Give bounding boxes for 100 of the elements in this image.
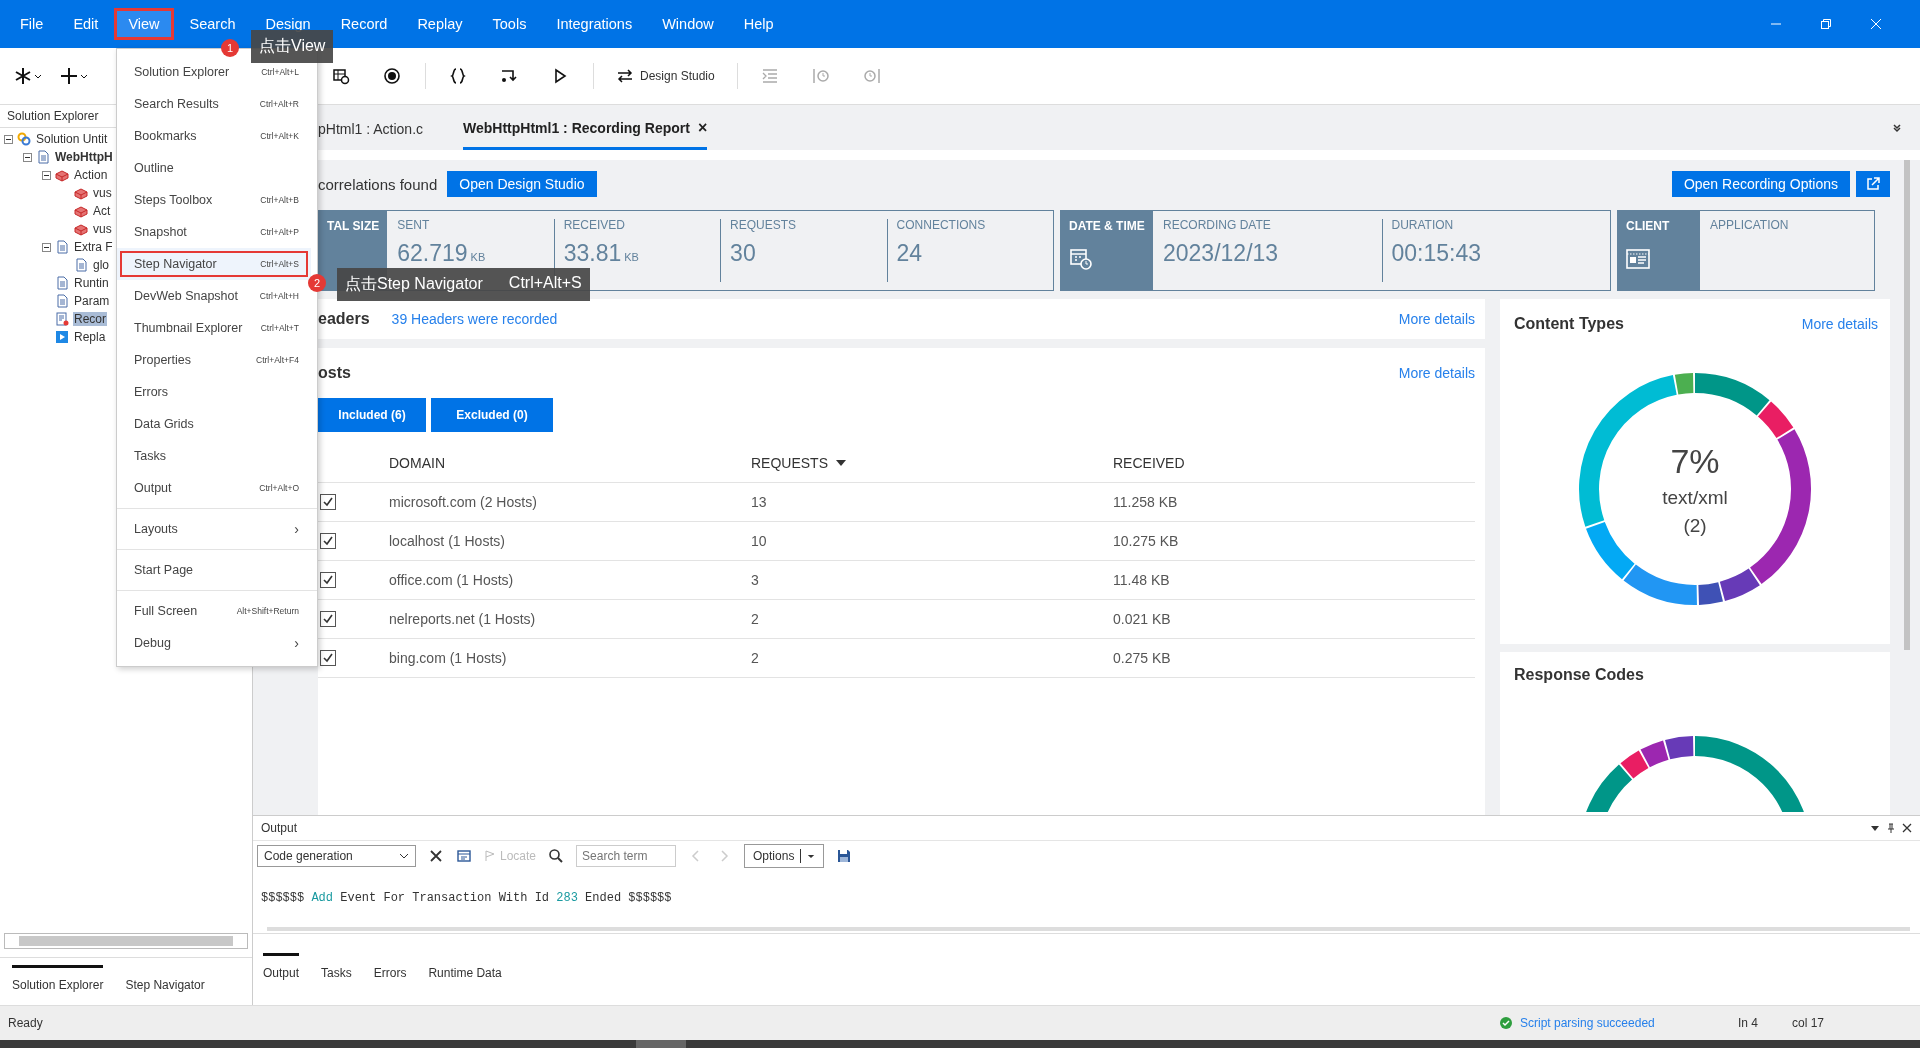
- menu-entry[interactable]: Outline: [117, 152, 311, 184]
- stat-label: CONNECTIONS: [896, 218, 987, 232]
- menu-item[interactable]: Integrations: [544, 10, 645, 38]
- checkbox[interactable]: [320, 572, 336, 588]
- checkbox[interactable]: [320, 650, 336, 666]
- tree-item[interactable]: Repla: [73, 330, 107, 344]
- menu-item[interactable]: Edit: [61, 10, 111, 38]
- card-title: osts: [318, 364, 351, 382]
- tree-item[interactable]: WebHttpH: [54, 150, 114, 164]
- chevron-down-icon[interactable]: [1892, 122, 1902, 133]
- tree-item[interactable]: glo: [92, 258, 110, 272]
- restore-icon[interactable]: [1820, 18, 1832, 30]
- panel-tab[interactable]: Errors: [373, 953, 407, 986]
- close-tab-button[interactable]: ×: [697, 119, 708, 137]
- table-icon[interactable]: [331, 66, 351, 86]
- menu-item[interactable]: Help: [731, 10, 786, 38]
- menu-entry[interactable]: Snapshot Ctrl+Alt+P: [117, 216, 311, 248]
- checkbox[interactable]: [320, 494, 336, 510]
- tree-item[interactable]: Extra F: [73, 240, 114, 254]
- menu-entry[interactable]: Output Ctrl+Alt+O: [117, 472, 311, 504]
- tree-item[interactable]: Act: [92, 204, 112, 218]
- checkbox[interactable]: [320, 611, 336, 627]
- editor-tab[interactable]: WebHttpHtml1 : Recording Report ×: [463, 119, 708, 150]
- record-icon[interactable]: [382, 66, 402, 86]
- open-design-studio-button[interactable]: Open Design Studio: [447, 171, 597, 197]
- window-icon[interactable]: [456, 848, 472, 864]
- menu-item[interactable]: Search: [177, 10, 248, 38]
- stat-label: RECEIVED: [563, 218, 627, 232]
- dropdown-icon[interactable]: [1870, 823, 1880, 833]
- braces-icon[interactable]: [448, 66, 468, 86]
- source-dropdown[interactable]: Code generation: [257, 845, 416, 867]
- column-header[interactable]: REQUESTS: [751, 455, 1113, 471]
- search-icon[interactable]: [548, 848, 565, 864]
- more-details-link[interactable]: More details: [1398, 365, 1475, 381]
- save-icon[interactable]: [836, 848, 853, 864]
- filter-button[interactable]: Included (6): [318, 398, 426, 432]
- tree-item[interactable]: Recor: [73, 312, 107, 326]
- menu-item[interactable]: Tools: [480, 10, 539, 38]
- more-details-link[interactable]: More details: [1801, 316, 1878, 332]
- tree-item[interactable]: Action: [73, 168, 109, 182]
- menu-entry[interactable]: Step Navigator Ctrl+Alt+S: [117, 248, 311, 280]
- search-field[interactable]: Search term: [576, 845, 677, 867]
- tooltip: 点击Step Navigator Ctrl+Alt+S: [337, 268, 590, 301]
- table-cell-text: nelreports.net (1 Hosts): [389, 611, 537, 627]
- horizontal-scrollbar[interactable]: [4, 933, 248, 949]
- more-details-link[interactable]: More details: [1398, 311, 1475, 327]
- menu-item[interactable]: View: [116, 10, 172, 38]
- card-title: eaders: [318, 310, 370, 328]
- menu-entry[interactable]: Properties Ctrl+Alt+F4: [117, 344, 311, 376]
- filter-button[interactable]: Excluded (0): [431, 398, 553, 432]
- collapse-icon[interactable]: [42, 170, 51, 180]
- status-text: Ready: [8, 1016, 43, 1030]
- menu-entry[interactable]: Full Screen Alt+Shift+Return: [117, 595, 311, 627]
- checkbox[interactable]: [320, 533, 336, 549]
- card-title: Content Types: [1514, 315, 1624, 333]
- menu-item[interactable]: Window: [650, 10, 726, 38]
- open-recording-options-button[interactable]: Open Recording Options: [1671, 171, 1850, 197]
- menu-item[interactable]: File: [8, 10, 56, 38]
- menu-entry[interactable]: Tasks: [117, 440, 311, 472]
- panel-tab[interactable]: Solution Explorer: [12, 965, 104, 998]
- menu-entry[interactable]: Layouts ›: [117, 513, 311, 545]
- panel-tab[interactable]: Runtime Data: [428, 953, 502, 986]
- table-cell-text: 0.275 KB: [1113, 650, 1172, 666]
- panel-tab[interactable]: Output: [263, 953, 300, 986]
- tree-item[interactable]: Param: [73, 294, 111, 308]
- column-header[interactable]: DOMAIN: [389, 455, 751, 471]
- close-icon[interactable]: [1902, 823, 1912, 833]
- document-icon: [36, 150, 50, 164]
- pin-icon[interactable]: [1886, 823, 1896, 833]
- menu-item[interactable]: Replay: [405, 10, 475, 38]
- tree-item[interactable]: vus: [92, 222, 113, 236]
- collapse-icon[interactable]: [42, 242, 51, 252]
- menu-entry[interactable]: DevWeb Snapshot Ctrl+Alt+H: [117, 280, 311, 312]
- headers-link[interactable]: 39 Headers were recorded: [391, 311, 558, 327]
- donut-percentage: 7%: [1670, 441, 1720, 481]
- clear-icon[interactable]: [428, 848, 444, 864]
- collapse-icon[interactable]: [23, 152, 32, 162]
- open-external-button[interactable]: [1856, 171, 1890, 197]
- tree-item[interactable]: vus: [92, 186, 113, 200]
- options-button[interactable]: Options: [744, 844, 825, 868]
- tree-item[interactable]: Solution Untit: [35, 132, 109, 146]
- menu-entry[interactable]: Errors: [117, 376, 311, 408]
- collapse-icon[interactable]: [4, 134, 13, 144]
- plus-icon[interactable]: [60, 66, 90, 86]
- panel-tab[interactable]: Tasks: [321, 953, 352, 986]
- design-studio-button[interactable]: Design Studio: [616, 67, 715, 85]
- menu-entry[interactable]: Steps Toolbox Ctrl+Alt+B: [117, 184, 311, 216]
- menu-entry[interactable]: Data Grids: [117, 408, 311, 440]
- menu-entry[interactable]: Start Page: [117, 554, 311, 586]
- solution-icon: [17, 132, 31, 146]
- editor-tab[interactable]: pHtml1 : Action.c: [318, 121, 424, 150]
- table-cell-text: 2: [751, 650, 760, 666]
- panel-tab[interactable]: Step Navigator: [125, 965, 205, 998]
- asterisk-icon[interactable]: [14, 66, 44, 86]
- menu-entry[interactable]: Thumbnail Explorer Ctrl+Alt+T: [117, 312, 311, 344]
- horizontal-scrollbar[interactable]: [267, 925, 1910, 933]
- stat-label: REQUESTS: [730, 218, 798, 232]
- column-header[interactable]: RECEIVED: [1113, 455, 1475, 471]
- menu-entry[interactable]: Debug ›: [117, 627, 311, 659]
- tree-item[interactable]: Runtin: [73, 276, 110, 290]
